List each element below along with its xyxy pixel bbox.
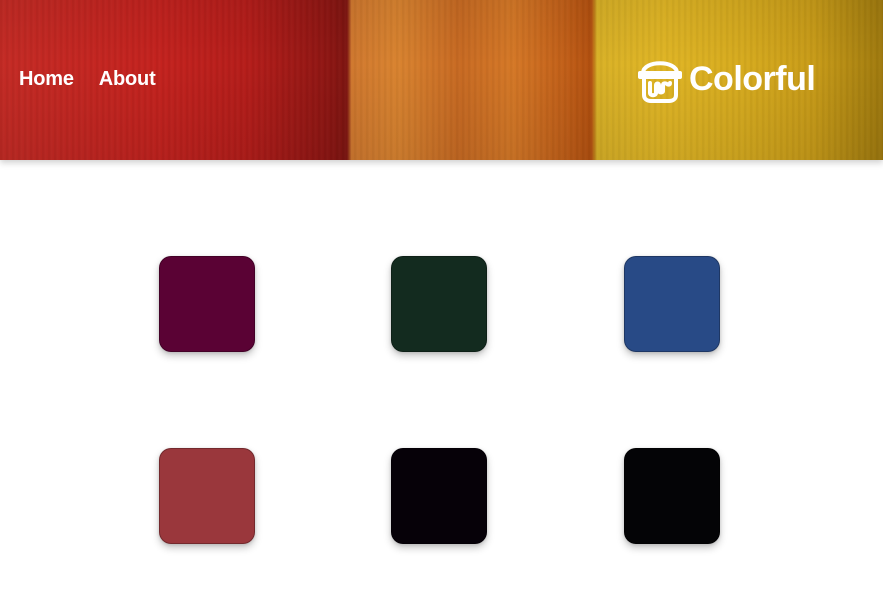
paint-bucket-icon [638,61,682,103]
color-swatch[interactable] [624,256,720,352]
header-banner: Home About Colorful [0,0,883,160]
color-swatch[interactable] [159,256,255,352]
color-swatch[interactable] [624,448,720,544]
swatch-grid [0,160,883,599]
color-swatch[interactable] [391,448,487,544]
main-nav: Home About [19,66,156,92]
nav-home-link[interactable]: Home [19,66,74,92]
brand-logo[interactable]: Colorful [637,55,816,103]
color-swatch[interactable] [391,256,487,352]
color-swatch[interactable] [159,448,255,544]
brand-name: Colorful [689,60,816,98]
nav-about-link[interactable]: About [99,66,156,92]
